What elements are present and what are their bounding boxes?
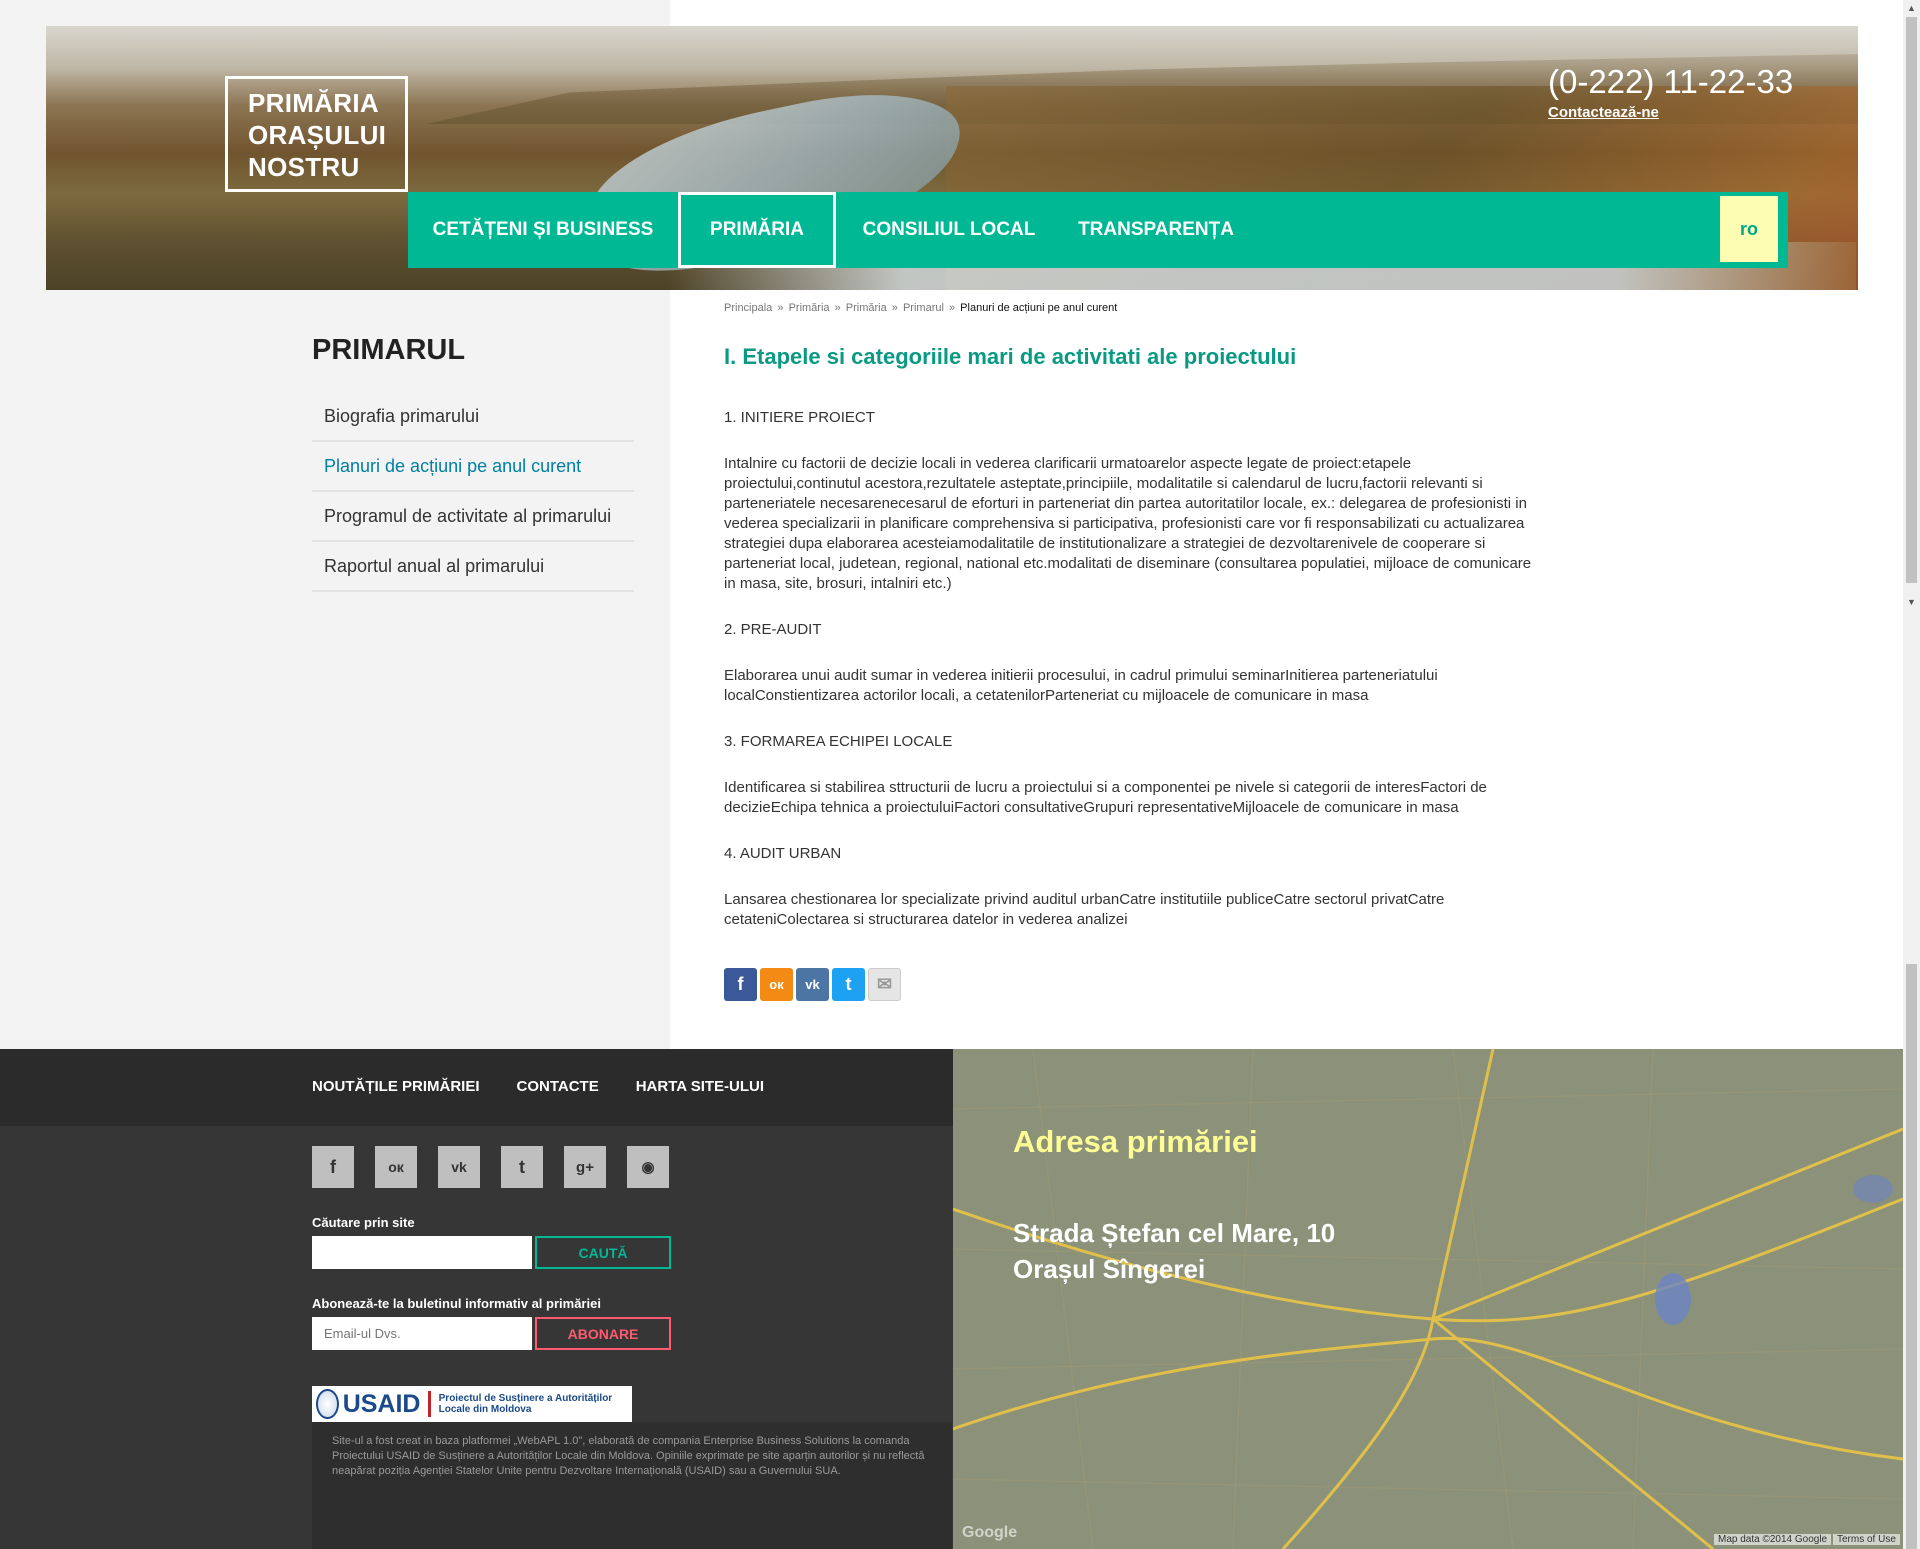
map-title: Adresa primăriei [1013,1124,1258,1159]
scroll-up-icon[interactable]: ▲ [1903,0,1920,17]
sidebar-menu: Biografia primarului Planuri de acțiuni … [312,392,634,592]
breadcrumb-link[interactable]: Primarul [903,302,944,314]
usaid-name: USAID [342,1389,421,1418]
section-text: Elaborarea unui audit sumar in vederea i… [724,667,1438,704]
social-rss-icon[interactable]: ◉ [627,1146,669,1188]
section-heading: 4. AUDIT URBAN [724,845,842,862]
usaid-logo[interactable]: USAID Proiectul de Susținere a Autorităț… [312,1386,632,1422]
breadcrumb: Principala » Primăria » Primăria » Prima… [724,302,1117,314]
main-nav: CETĂȚENI ȘI BUSINESS PRIMĂRIA CONSILIUL … [408,192,1788,268]
usaid-divider [428,1391,431,1417]
section-heading: 3. FORMAREA ECHIPEI LOCALE [724,733,953,750]
facebook-icon: f [330,1156,336,1177]
site-logo[interactable]: PRIMĂRIA ORAȘULUI NOSTRU [225,76,408,192]
breadcrumb-current: Planuri de acțiuni pe anul curent [960,302,1118,314]
social-google-plus-icon[interactable]: g+ [564,1146,606,1188]
scroll-down-icon[interactable]: ▼ [1903,594,1920,611]
search-label: Căutare prin site [312,1215,415,1230]
address-line: Strada Ștefan cel Mare, 10 [1013,1218,1336,1248]
email-icon: ✉ [876,974,893,994]
usaid-seal-icon [316,1389,339,1419]
facebook-icon: f [737,974,744,994]
subscribe-label: Abonează-te la buletinul informativ al p… [312,1296,601,1311]
footer-link-contacte[interactable]: CONTACTE [517,1078,599,1095]
scrollbar[interactable]: ▲ ▼ [1903,0,1920,1549]
breadcrumb-link[interactable]: Primăria [846,302,887,314]
share-buttons: f ок vk t ✉ [724,968,901,1001]
social-facebook-icon[interactable]: f [312,1146,354,1188]
sidebar-item-programul[interactable]: Programul de activitate al primarului [312,492,634,542]
language-switch[interactable]: ro [1720,196,1778,262]
sidebar-item-planuri[interactable]: Planuri de acțiuni pe anul curent [312,442,634,492]
subscribe-button[interactable]: ABONARE [535,1317,671,1350]
share-email-icon[interactable]: ✉ [868,968,901,1001]
social-odnoklassniki-icon[interactable]: ок [375,1146,417,1188]
breadcrumb-separator: » [948,302,956,314]
section-text: Lansarea chestionarea lor specializate p… [724,891,1445,928]
section-heading: 1. INITIERE PROIECT [724,409,875,426]
social-twitter-icon[interactable]: t [501,1146,543,1188]
map-attribution: Map data ©2014 Google [1714,1534,1832,1545]
odnoklassniki-icon: ок [388,1159,404,1175]
logo-line: NOSTRU [248,152,360,182]
twitter-icon: t [519,1156,525,1177]
social-links: f ок vk t g+ ◉ [312,1146,669,1188]
logo-line: ORAȘULUI [248,120,387,150]
twitter-icon: t [845,974,852,994]
footer-links: NOUTĂȚILE PRIMĂRIEI CONTACTE HARTA SITE-… [312,1078,764,1095]
footer-disclaimer: Site-ul a fost creat in baza platformei … [312,1422,952,1549]
nav-item-consiliul-local[interactable]: CONSILIUL LOCAL [836,192,1062,268]
google-logo: Google [962,1524,1018,1541]
scroll-thumb[interactable] [1906,964,1917,1549]
breadcrumb-link[interactable]: Principala [724,302,772,314]
odnoklassniki-icon: ок [769,977,784,992]
breadcrumb-separator: » [777,302,784,314]
share-facebook-icon[interactable]: f [724,968,757,1001]
rss-icon: ◉ [641,1159,655,1176]
map-terms-link[interactable]: Terms of Use [1833,1534,1900,1545]
sidebar-item-raportul[interactable]: Raportul anual al primarului [312,542,634,592]
footer-link-harta[interactable]: HARTA SITE-ULUI [636,1078,764,1095]
sidebar-title: PRIMARUL [312,334,466,366]
share-vk-icon[interactable]: vk [796,968,829,1001]
section-heading: 2. PRE-AUDIT [724,621,822,638]
breadcrumb-separator: » [834,302,841,314]
article-body: 1. INITIERE PROIECT Intalnire cu factori… [724,408,1534,956]
nav-item-transparenta[interactable]: TRANSPARENȚA [1062,192,1250,268]
section-text: Identificarea si stabilirea sttructurii … [724,779,1487,816]
nav-item-primaria[interactable]: PRIMĂRIA [678,192,836,268]
sidebar-item-biografia[interactable]: Biografia primarului [312,392,634,442]
usaid-project: Proiectul de Susținere a Autorităților L… [438,1393,613,1415]
vk-icon: vk [451,1159,467,1175]
page-title: I. Etapele si categoriile mari de activi… [724,344,1297,369]
share-odnoklassniki-icon[interactable]: ок [760,968,793,1001]
breadcrumb-separator: » [891,302,898,314]
search-button[interactable]: CAUTĂ [535,1236,671,1269]
scroll-thumb[interactable] [1906,17,1917,583]
social-vk-icon[interactable]: vk [438,1146,480,1188]
email-field[interactable] [312,1317,532,1350]
logo-line: PRIMĂRIA [248,88,379,118]
breadcrumb-link[interactable]: Primăria [789,302,830,314]
contact-link[interactable]: Contactează-ne [1548,104,1659,121]
footer-link-noutati[interactable]: NOUTĂȚILE PRIMĂRIEI [312,1078,480,1095]
vk-icon: vk [805,977,820,992]
nav-item-cetateni[interactable]: CETĂȚENI ȘI BUSINESS [408,192,678,268]
phone-number: (0-222) 11-22-33 [1548,63,1794,100]
share-twitter-icon[interactable]: t [832,968,865,1001]
search-input[interactable] [312,1236,532,1269]
section-text: Intalnire cu factorii de decizie locali … [724,455,1532,592]
google-plus-icon: g+ [576,1158,594,1176]
address-line: Orașul Sîngerei [1013,1254,1206,1284]
